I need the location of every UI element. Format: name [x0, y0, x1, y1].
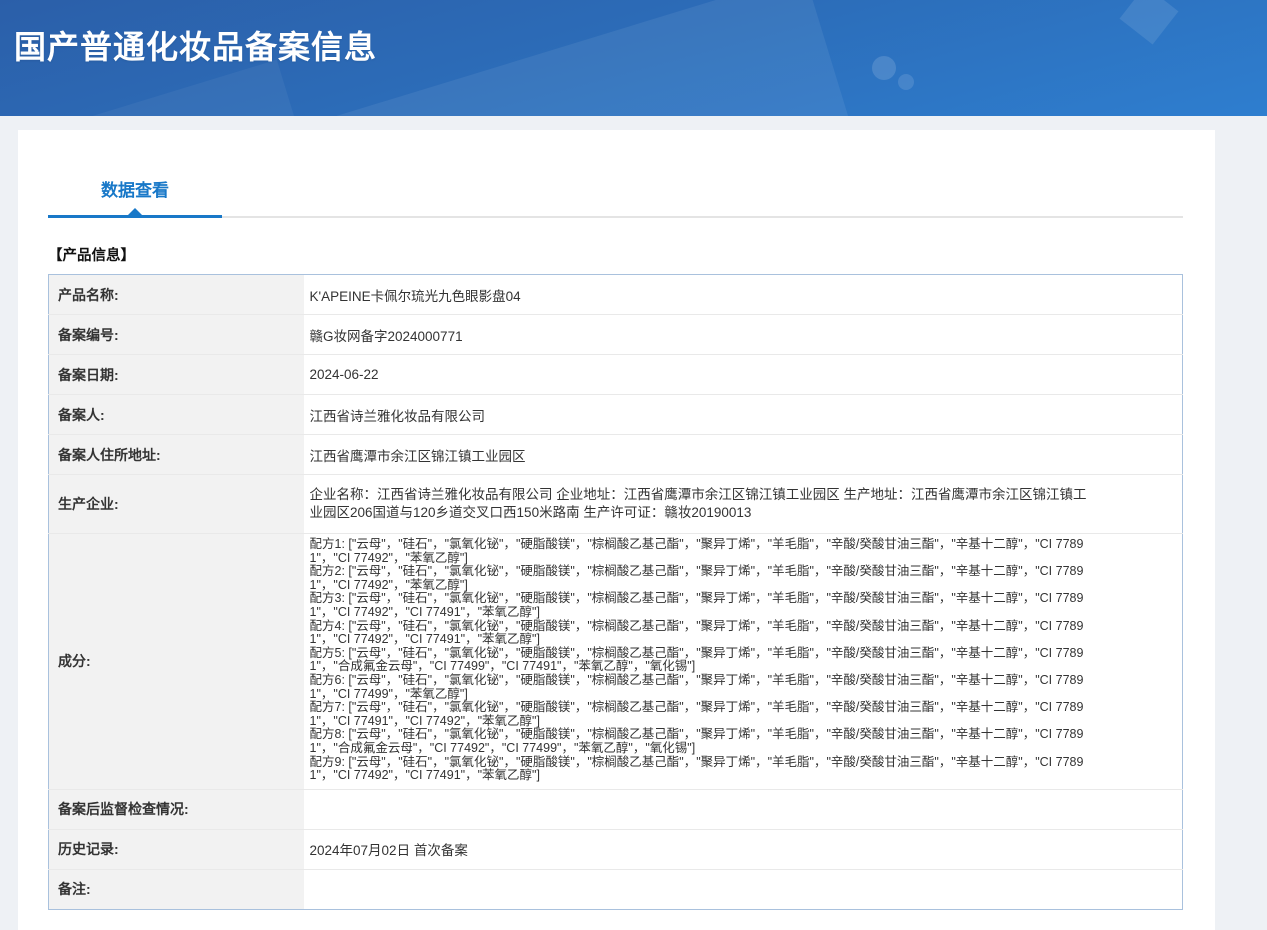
row-value: 2024年07月02日 首次备案	[304, 829, 1183, 869]
formula-line: 配方9: ["云母"，"硅石"，"氯氧化铋"，"硬脂酸镁"，"棕榈酸乙基己酯"，…	[310, 756, 1090, 783]
row-label: 备案后监督检查情况:	[49, 789, 304, 829]
section-title-product-info: 【产品信息】	[48, 244, 1185, 265]
row-label: 产品名称:	[49, 275, 304, 315]
formula-line: 配方7: ["云母"，"硅石"，"氯氧化铋"，"硬脂酸镁"，"棕榈酸乙基己酯"，…	[310, 701, 1090, 728]
table-row-filing-number: 备案编号: 赣G妆网备字2024000771	[49, 315, 1183, 355]
row-value: 企业名称：江西省诗兰雅化妆品有限公司 企业地址：江西省鹰潭市余江区锦江镇工业园区…	[304, 475, 1183, 534]
row-value	[304, 789, 1183, 829]
page-title: 国产普通化妆品备案信息	[14, 22, 377, 68]
formula-line: 配方2: ["云母"，"硅石"，"氯氧化铋"，"硬脂酸镁"，"棕榈酸乙基己酯"，…	[310, 565, 1090, 592]
formula-line: 配方6: ["云母"，"硅石"，"氯氧化铋"，"硬脂酸镁"，"棕榈酸乙基己酯"，…	[310, 674, 1090, 701]
tab-data-view-label: 数据查看	[101, 181, 169, 200]
row-label: 备案编号:	[49, 315, 304, 355]
table-row-history: 历史记录: 2024年07月02日 首次备案	[49, 829, 1183, 869]
row-label: 成分:	[49, 534, 304, 790]
tab-data-view[interactable]: 数据查看	[48, 176, 222, 216]
formula-line: 配方8: ["云母"，"硅石"，"氯氧化铋"，"硬脂酸镁"，"棕榈酸乙基己酯"，…	[310, 728, 1090, 755]
page-header-banner: 国产普通化妆品备案信息	[0, 0, 1267, 116]
row-value: 江西省鹰潭市余江区锦江镇工业园区	[304, 435, 1183, 475]
row-label: 备案人:	[49, 395, 304, 435]
table-row-post-filing-supervision: 备案后监督检查情况:	[49, 789, 1183, 829]
row-value: 赣G妆网备字2024000771	[304, 315, 1183, 355]
banner-decoration-circle-small	[898, 74, 914, 90]
banner-decoration-diamond	[1120, 0, 1179, 44]
product-info-table: 产品名称: K'APEINE卡佩尔琉光九色眼影盘04 备案编号: 赣G妆网备字2…	[48, 274, 1183, 910]
table-row-filer-address: 备案人住所地址: 江西省鹰潭市余江区锦江镇工业园区	[49, 435, 1183, 475]
tab-strip: 数据查看	[48, 130, 1183, 218]
content-card: 数据查看 【产品信息】 产品名称: K'APEINE卡佩尔琉光九色眼影盘04 备…	[18, 130, 1215, 930]
table-row-product-name: 产品名称: K'APEINE卡佩尔琉光九色眼影盘04	[49, 275, 1183, 315]
table-row-filing-date: 备案日期: 2024-06-22	[49, 355, 1183, 395]
manufacturer-details: 企业名称：江西省诗兰雅化妆品有限公司 企业地址：江西省鹰潭市余江区锦江镇工业园区…	[310, 486, 1092, 522]
formula-line: 配方3: ["云母"，"硅石"，"氯氧化铋"，"硬脂酸镁"，"棕榈酸乙基己酯"，…	[310, 592, 1090, 619]
table-row-remarks: 备注:	[49, 869, 1183, 909]
row-value: 2024-06-22	[304, 355, 1183, 395]
row-label: 历史记录:	[49, 829, 304, 869]
row-label: 备案人住所地址:	[49, 435, 304, 475]
row-value	[304, 869, 1183, 909]
row-label: 备案日期:	[49, 355, 304, 395]
banner-decoration-polygon-small	[28, 60, 312, 116]
tab-active-arrow-icon	[128, 208, 142, 215]
row-label: 备注:	[49, 869, 304, 909]
formula-line: 配方4: ["云母"，"硅石"，"氯氧化铋"，"硬脂酸镁"，"棕榈酸乙基己酯"，…	[310, 620, 1090, 647]
table-row-ingredients: 成分: 配方1: ["云母"，"硅石"，"氯氧化铋"，"硬脂酸镁"，"棕榈酸乙基…	[49, 534, 1183, 790]
table-row-filer: 备案人: 江西省诗兰雅化妆品有限公司	[49, 395, 1183, 435]
formula-line: 配方1: ["云母"，"硅石"，"氯氧化铋"，"硬脂酸镁"，"棕榈酸乙基己酯"，…	[310, 538, 1090, 565]
row-label: 生产企业:	[49, 475, 304, 534]
row-value: K'APEINE卡佩尔琉光九色眼影盘04	[304, 275, 1183, 315]
banner-decoration-circle	[872, 56, 896, 80]
row-value: 江西省诗兰雅化妆品有限公司	[304, 395, 1183, 435]
table-row-manufacturer: 生产企业: 企业名称：江西省诗兰雅化妆品有限公司 企业地址：江西省鹰潭市余江区锦…	[49, 475, 1183, 534]
formula-line: 配方5: ["云母"，"硅石"，"氯氧化铋"，"硬脂酸镁"，"棕榈酸乙基己酯"，…	[310, 647, 1090, 674]
row-value: 配方1: ["云母"，"硅石"，"氯氧化铋"，"硬脂酸镁"，"棕榈酸乙基己酯"，…	[304, 534, 1183, 790]
